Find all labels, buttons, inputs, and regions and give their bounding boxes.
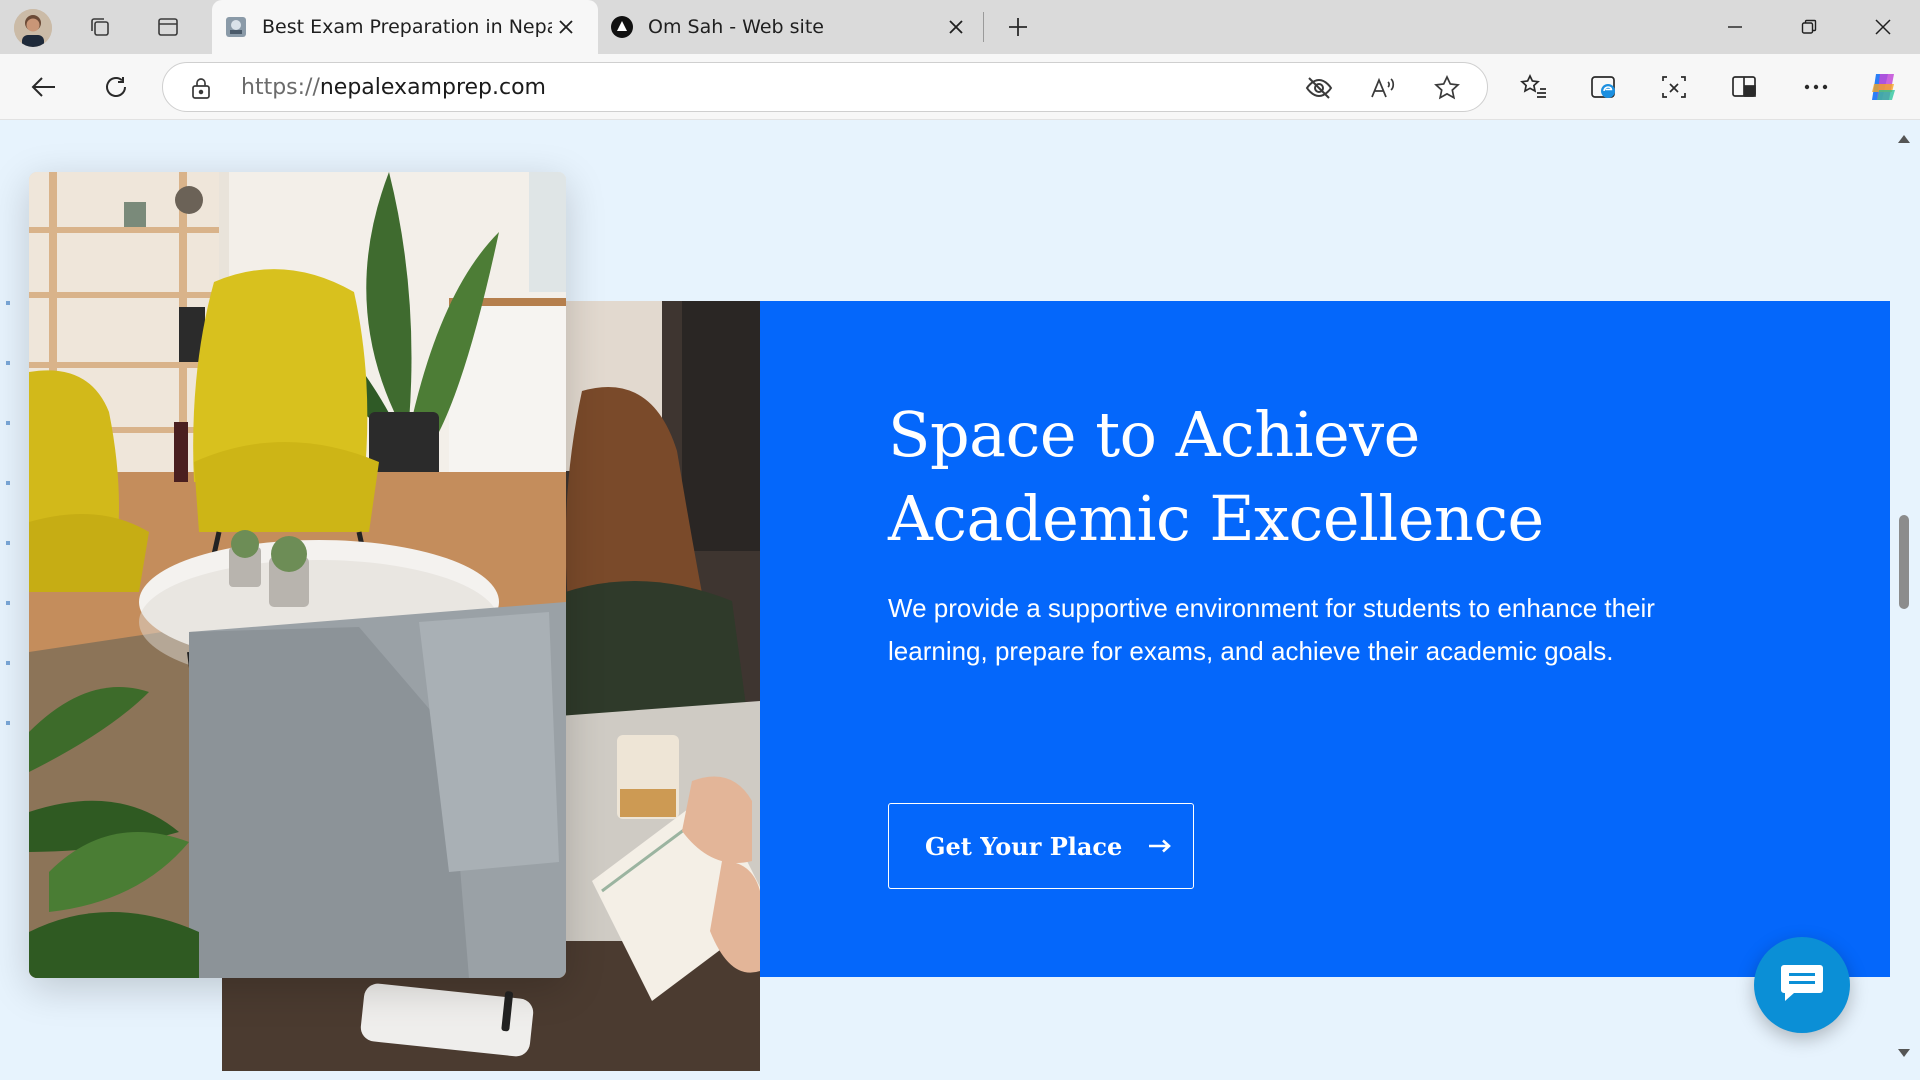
refresh-icon[interactable] <box>96 67 136 107</box>
avatar[interactable] <box>14 9 52 47</box>
chat-bubble-icon <box>1780 963 1824 1007</box>
hero-headline-line2: Academic Excellence <box>888 482 1544 555</box>
screenshot-icon[interactable] <box>1654 67 1694 107</box>
address-bar[interactable]: https://nepalexamprep.com <box>162 62 1488 112</box>
lock-icon[interactable] <box>183 70 219 106</box>
address-url[interactable]: https://nepalexamprep.com <box>241 75 546 100</box>
vertical-tabs-icon[interactable] <box>150 9 186 45</box>
site-favicon-icon <box>610 15 634 39</box>
back-arrow-icon[interactable] <box>24 67 64 107</box>
cta-label: Get Your Place <box>925 831 1123 861</box>
restore-icon[interactable] <box>1774 0 1844 54</box>
url-scheme: https:// <box>241 75 320 100</box>
browser-toolbar: https://nepalexamprep.com <box>0 54 1920 120</box>
edge-icon[interactable] <box>1584 67 1624 107</box>
scroll-up-icon[interactable] <box>1896 131 1912 147</box>
close-icon[interactable] <box>552 13 580 41</box>
page-scrollbar[interactable] <box>1888 121 1920 1080</box>
url-host: nepalexamprep.com <box>319 75 546 100</box>
chat-widget-button[interactable] <box>1754 937 1850 1033</box>
split-screen-icon[interactable] <box>1724 67 1764 107</box>
tab-title: Best Exam Preparation in Nepal | E <box>262 16 552 38</box>
hero-panel: Space to Achieve Academic Excellence We … <box>760 301 1890 977</box>
tab-divider <box>983 12 984 42</box>
minimize-icon[interactable] <box>1700 0 1770 54</box>
close-icon[interactable] <box>942 13 970 41</box>
hero-headline: Space to Achieve Academic Excellence <box>888 393 1788 561</box>
page-viewport: Space to Achieve Academic Excellence We … <box>0 121 1920 1080</box>
scroll-down-icon[interactable] <box>1896 1045 1912 1061</box>
site-favicon-icon <box>224 15 248 39</box>
tab-inactive[interactable]: Om Sah - Web site <box>606 0 982 54</box>
arrow-right-icon <box>1148 839 1172 853</box>
close-window-icon[interactable] <box>1848 0 1918 54</box>
more-icon[interactable] <box>1796 67 1836 107</box>
copilot-icon[interactable] <box>1864 67 1904 107</box>
tab-active[interactable]: Best Exam Preparation in Nepal | E <box>212 0 598 54</box>
tab-strip: Best Exam Preparation in Nepal | E Om Sa… <box>0 0 1920 54</box>
scrollbar-thumb[interactable] <box>1899 515 1909 609</box>
favorites-list-icon[interactable] <box>1514 67 1554 107</box>
read-aloud-icon[interactable] <box>1365 70 1401 106</box>
side-dots-decoration <box>6 301 10 781</box>
star-icon[interactable] <box>1429 70 1465 106</box>
eye-slash-icon[interactable] <box>1301 70 1337 106</box>
workspaces-icon[interactable] <box>82 9 118 45</box>
plus-icon[interactable] <box>1000 9 1036 45</box>
hero-description: We provide a supportive environment for … <box>888 587 1788 673</box>
tab-title: Om Sah - Web site <box>648 16 824 38</box>
hero-headline-line1: Space to Achieve <box>888 398 1420 471</box>
hero-description-line1: We provide a supportive environment for … <box>888 593 1655 623</box>
lounge-photo <box>29 172 566 978</box>
get-your-place-button[interactable]: Get Your Place <box>888 803 1194 889</box>
hero-description-line2: learning, prepare for exams, and achieve… <box>888 636 1614 666</box>
